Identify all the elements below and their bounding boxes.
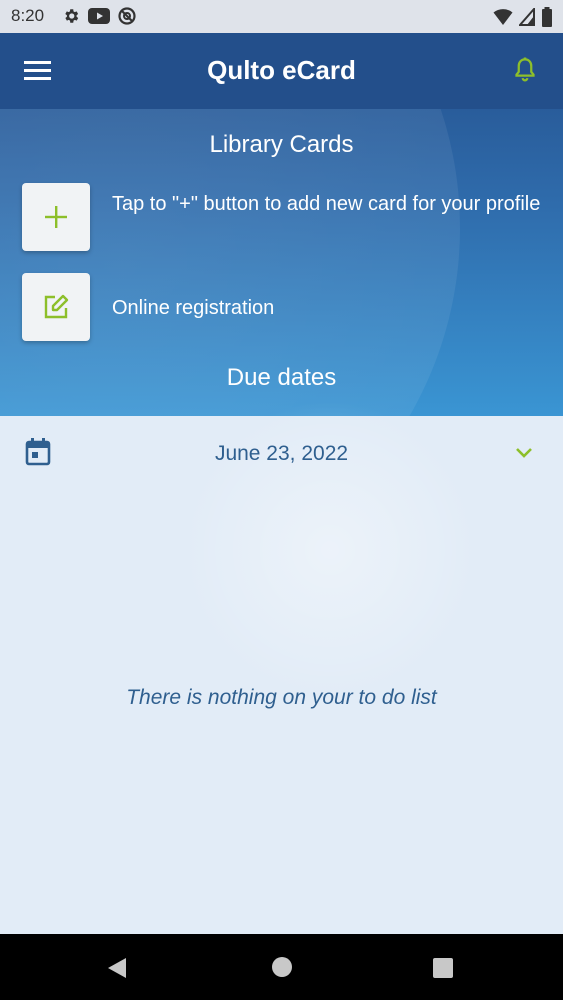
recents-icon[interactable]	[432, 957, 454, 979]
youtube-icon	[88, 8, 110, 24]
app-title: Qulto eCard	[207, 55, 356, 85]
back-icon[interactable]	[106, 956, 128, 980]
system-nav-bar	[0, 934, 563, 1000]
chevron-down-icon[interactable]	[514, 446, 534, 460]
empty-todo-message: There is nothing on your to do list	[126, 686, 437, 709]
add-card-hint: Tap to "+" button to add new card for yo…	[112, 193, 541, 215]
battery-icon	[542, 7, 552, 27]
status-right-icons	[493, 7, 553, 27]
due-date-value: June 23, 2022	[214, 442, 349, 465]
do-not-disturb-icon	[118, 7, 136, 25]
add-card-button[interactable]	[22, 183, 90, 251]
bell-icon	[515, 57, 535, 82]
home-icon[interactable]	[271, 956, 293, 978]
status-time: 8:20	[11, 6, 45, 25]
due-date-selector[interactable]: June 23, 2022	[0, 416, 563, 492]
due-dates-title: Due dates	[226, 364, 337, 391]
app-bar: Qulto eCard	[0, 33, 563, 109]
wifi-icon	[493, 9, 513, 25]
library-cards-title: Library Cards	[209, 131, 354, 158]
status-bar: 8:20	[0, 0, 563, 33]
notifications-button[interactable]	[510, 55, 540, 85]
header-section: Qulto eCard Library Cards Tap to "+" but…	[0, 33, 563, 416]
cell-signal-icon	[519, 8, 535, 26]
gear-icon	[65, 9, 79, 23]
status-left-icons	[62, 7, 136, 25]
online-registration-label[interactable]: Online registration	[112, 295, 542, 321]
online-registration-button[interactable]	[22, 273, 90, 341]
plus-icon	[45, 206, 67, 228]
edit-icon	[44, 294, 69, 319]
